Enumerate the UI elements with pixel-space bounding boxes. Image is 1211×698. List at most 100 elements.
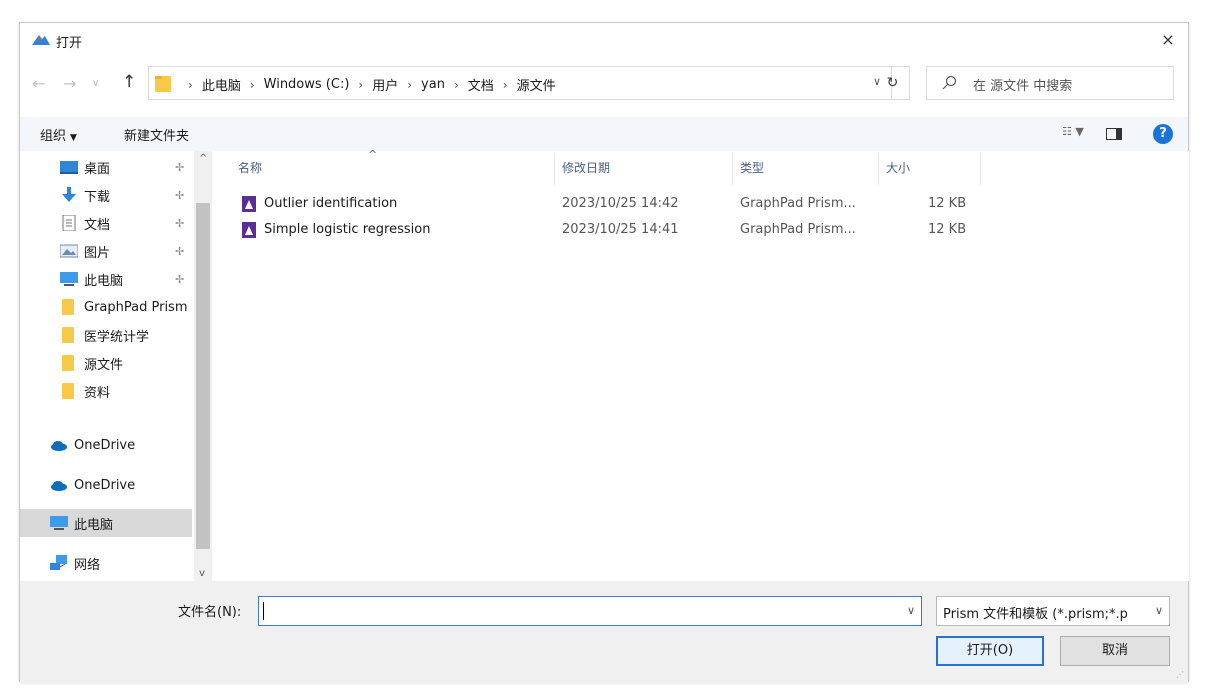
open-button[interactable]: 打开(O) — [936, 636, 1044, 666]
file-row[interactable]: Simple logistic regression 2023/10/25 14… — [238, 217, 998, 243]
column-header-name[interactable]: 名称 — [238, 159, 262, 187]
file-list: 名称 ^ 修改日期 类型 大小 Outlier identification 2… — [214, 148, 1189, 581]
file-size: 12 KB — [928, 196, 967, 211]
sidebar-item-materials[interactable]: 资料 — [20, 377, 192, 405]
sidebar-item-network[interactable]: 网络 — [20, 549, 192, 577]
pictures-icon — [60, 244, 78, 258]
pin-icon[interactable]: ✢ — [175, 245, 184, 258]
file-type: GraphPad Prism... — [740, 222, 856, 237]
file-row[interactable]: Outlier identification 2023/10/25 14:42 … — [238, 191, 998, 217]
column-header-type[interactable]: 类型 — [740, 159, 764, 187]
pin-icon[interactable]: ✢ — [175, 273, 184, 286]
prism-app-icon — [32, 35, 50, 45]
scroll-down-icon[interactable]: v — [199, 568, 205, 579]
up-arrow-icon[interactable]: ↑ — [122, 72, 136, 92]
sidebar-item-downloads[interactable]: 下载 ✢ — [20, 181, 192, 209]
onedrive-icon — [51, 441, 67, 451]
search-icon — [942, 75, 957, 90]
view-options-icon[interactable]: ☷ ▼ — [1062, 125, 1084, 138]
scrollbar-thumb[interactable] — [196, 203, 210, 549]
computer-icon — [60, 272, 78, 286]
search-input[interactable]: 在 源文件 中搜索 — [926, 66, 1174, 100]
forward-arrow-icon[interactable]: → — [63, 74, 76, 93]
sidebar-item-label: 源文件 — [84, 357, 124, 373]
folder-icon — [62, 327, 74, 343]
sidebar-item-this-pc-root[interactable]: 此电脑 — [20, 509, 192, 537]
sidebar-item-label: 医学统计学 — [84, 329, 150, 345]
sidebar-item-this-pc[interactable]: 此电脑 ✢ — [20, 265, 192, 293]
chevron-right-icon[interactable]: › — [358, 78, 363, 92]
pin-icon[interactable]: ✢ — [175, 217, 184, 230]
file-date: 2023/10/25 14:41 — [562, 222, 679, 237]
sidebar-item-label: 此电脑 — [74, 517, 114, 533]
breadcrumb-item[interactable]: 用户 — [372, 75, 398, 94]
toolbar: 组织 ▼ 新建文件夹 ☷ ▼ ? — [20, 117, 1188, 151]
column-header-size[interactable]: 大小 — [886, 159, 910, 187]
back-arrow-icon[interactable]: ← — [32, 74, 45, 93]
sidebar-item-label: 资料 — [84, 385, 111, 401]
sidebar-item-medical-statistics[interactable]: 医学统计学 — [20, 321, 192, 349]
chevron-right-icon[interactable]: › — [454, 78, 459, 92]
sidebar-item-source-files[interactable]: 源文件 — [20, 349, 192, 377]
sidebar-item-desktop[interactable]: 桌面 ✢ — [20, 153, 192, 181]
file-type-filter-select[interactable]: Prism 文件和模板 (*.prism;*.p ∨ — [936, 596, 1170, 626]
prism-file-icon — [242, 196, 256, 212]
breadcrumb-item[interactable]: 此电脑 — [202, 75, 241, 94]
chevron-right-icon[interactable]: › — [503, 78, 508, 92]
file-date: 2023/10/25 14:42 — [562, 196, 679, 211]
sidebar-item-label: 图片 — [84, 245, 111, 261]
onedrive-icon — [51, 481, 67, 491]
preview-pane-icon[interactable] — [1106, 128, 1122, 140]
folder-icon — [155, 76, 171, 92]
resize-grip-icon[interactable]: ⋰ — [1176, 670, 1184, 679]
title-bar: 打开 × — [20, 23, 1188, 57]
pin-icon[interactable]: ✢ — [175, 161, 184, 174]
column-divider[interactable] — [980, 153, 981, 185]
column-divider[interactable] — [732, 153, 733, 185]
breadcrumb-item[interactable]: Windows (C:) — [264, 77, 350, 92]
column-header-date[interactable]: 修改日期 — [562, 159, 610, 187]
chevron-right-icon[interactable]: › — [250, 78, 255, 92]
recent-locations-chevron-icon[interactable]: ∨ — [92, 78, 99, 89]
breadcrumb-item[interactable]: yan — [421, 77, 445, 92]
column-divider[interactable] — [878, 153, 879, 185]
address-bar[interactable]: › 此电脑 › Windows (C:) › 用户 › yan › 文档 › 源… — [148, 66, 892, 100]
file-size: 12 KB — [928, 222, 967, 237]
chevron-down-icon[interactable]: ∨ — [907, 604, 915, 617]
sidebar-item-onedrive[interactable]: OneDrive — [20, 471, 192, 499]
column-divider[interactable] — [554, 153, 555, 185]
sort-ascending-icon: ^ — [368, 148, 378, 161]
organize-label: 组织 — [40, 129, 67, 144]
pin-icon[interactable]: ✢ — [175, 189, 184, 202]
scroll-up-icon[interactable]: ^ — [199, 153, 207, 164]
sidebar-item-label: 文档 — [84, 217, 111, 233]
window-title: 打开 — [56, 36, 83, 51]
filename-input[interactable]: ∨ — [258, 596, 922, 626]
breadcrumb-item[interactable]: 文档 — [468, 75, 494, 94]
navigation-scrollbar[interactable]: ^ v — [194, 151, 212, 581]
refresh-button[interactable]: ↻ — [876, 66, 910, 100]
organize-button[interactable]: 组织 ▼ — [40, 125, 77, 144]
file-name: Outlier identification — [264, 196, 398, 211]
sidebar-item-onedrive[interactable]: OneDrive — [20, 431, 192, 459]
sidebar-item-label: OneDrive — [74, 437, 136, 453]
sidebar-item-pictures[interactable]: 图片 ✢ — [20, 237, 192, 265]
help-icon[interactable]: ? — [1153, 124, 1173, 144]
folder-icon — [62, 383, 74, 399]
sidebar-item-graphpad-prism[interactable]: GraphPad Prism — [20, 293, 192, 321]
sidebar-item-documents[interactable]: 文档 ✢ — [20, 209, 192, 237]
address-row: ← → ∨ ↑ › 此电脑 › Windows (C:) › 用户 › yan … — [20, 65, 1188, 101]
new-folder-button[interactable]: 新建文件夹 — [124, 125, 189, 144]
close-button[interactable]: × — [1156, 29, 1180, 51]
sidebar-item-label: 下载 — [84, 189, 111, 205]
chevron-down-icon[interactable]: ∨ — [1155, 604, 1163, 617]
breadcrumb-item[interactable]: 源文件 — [517, 75, 556, 94]
text-caret — [263, 602, 264, 620]
filename-label: 文件名(N): — [178, 605, 242, 620]
sidebar-item-label: 桌面 — [84, 161, 111, 177]
file-name: Simple logistic regression — [264, 222, 431, 237]
chevron-right-icon[interactable]: › — [188, 78, 193, 92]
bottom-panel: 文件名(N): ∨ Prism 文件和模板 (*.prism;*.p ∨ 打开(… — [20, 581, 1188, 683]
chevron-right-icon[interactable]: › — [407, 78, 412, 92]
cancel-button[interactable]: 取消 — [1060, 636, 1170, 666]
